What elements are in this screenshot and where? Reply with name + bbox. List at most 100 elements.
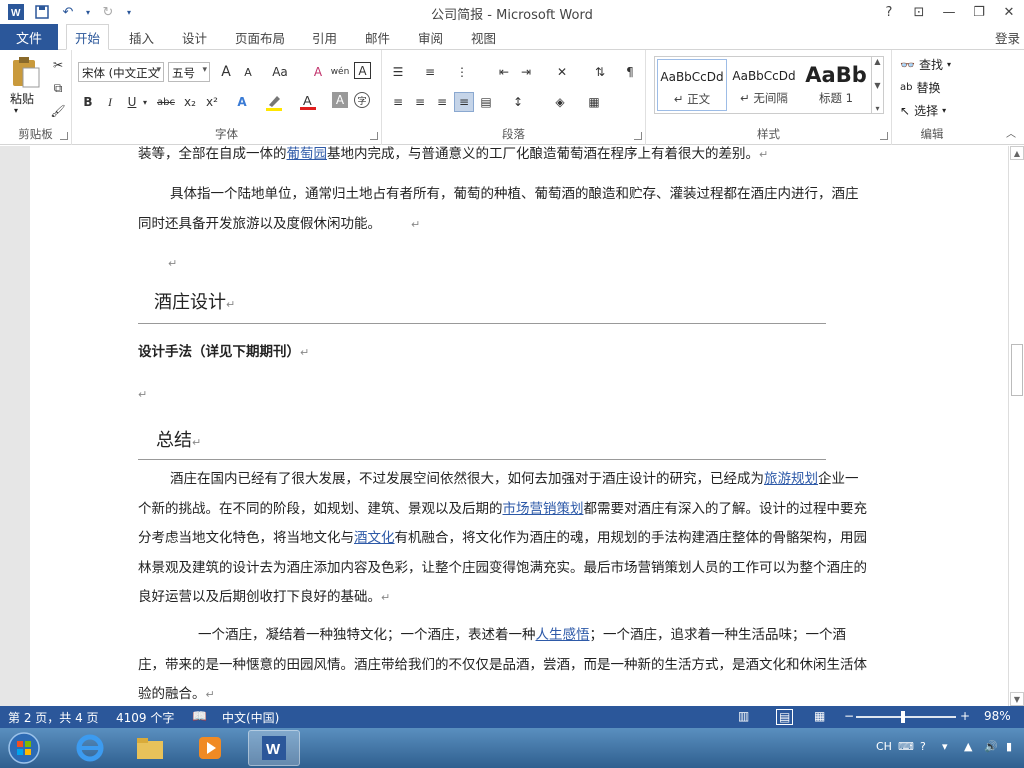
sign-in-link[interactable]: 登录 <box>995 28 1020 47</box>
font-launcher-icon[interactable] <box>370 132 378 140</box>
help-button[interactable]: ? <box>874 0 904 24</box>
chevron-up-icon[interactable]: ▲ <box>874 57 880 66</box>
font-color-icon[interactable]: A <box>298 92 318 112</box>
help-tray-icon[interactable]: ? <box>920 740 926 753</box>
sort-icon[interactable]: ⇅ <box>590 62 610 82</box>
font-name-combo[interactable]: 宋体 (中文正文 ▾ <box>78 62 164 82</box>
find-button[interactable]: 👓 查找 ▾ <box>900 56 951 73</box>
ribbon-display-options-icon[interactable]: ⊡ <box>904 0 934 24</box>
show-hide-marks-icon[interactable]: ¶ <box>620 62 640 82</box>
font-size-combo[interactable]: 五号 ▾ <box>168 62 210 82</box>
tab-home[interactable]: 开始 <box>66 24 110 50</box>
cut-icon[interactable]: ✂ <box>48 55 68 75</box>
tab-page-layout[interactable]: 页面布局 <box>227 24 293 50</box>
format-painter-icon[interactable]: 🖌 <box>48 101 68 121</box>
paste-button[interactable]: 粘贴 <box>10 90 34 107</box>
collapse-ribbon-icon[interactable]: ︿ <box>1006 125 1016 140</box>
zoom-slider-thumb[interactable] <box>901 711 905 723</box>
multilevel-list-icon[interactable]: ⋮ <box>452 62 472 82</box>
superscript-button[interactable]: x² <box>202 92 222 112</box>
volume-icon[interactable]: 🔊 <box>984 740 998 753</box>
internet-explorer-icon[interactable] <box>64 730 116 766</box>
proofing-icon[interactable]: 📖 <box>192 709 207 723</box>
read-mode-icon[interactable]: ▥ <box>738 709 749 723</box>
restore-button[interactable]: ❐ <box>964 0 994 24</box>
phonetic-guide-button[interactable]: wén <box>330 62 350 82</box>
zoom-slider[interactable] <box>856 716 956 718</box>
styles-launcher-icon[interactable] <box>880 132 888 140</box>
tab-review[interactable]: 审阅 <box>410 24 451 50</box>
zoom-out-icon[interactable]: − <box>844 709 854 723</box>
scroll-up-icon[interactable]: ▲ <box>1010 146 1024 160</box>
increase-indent-icon[interactable]: ⇥ <box>516 62 536 82</box>
tab-references[interactable]: 引用 <box>304 24 345 50</box>
style-gallery-scroll[interactable]: ▲ ▼ ▾ <box>872 56 884 114</box>
scroll-thumb[interactable] <box>1011 344 1023 396</box>
tab-mailings[interactable]: 邮件 <box>357 24 398 50</box>
show-hidden-icons-icon[interactable]: ▲ <box>964 740 972 753</box>
change-case-button[interactable]: Aa <box>266 62 294 82</box>
bold-button[interactable]: B <box>78 92 98 112</box>
clear-formatting-button[interactable]: A <box>308 62 328 82</box>
hyperlink-wine-culture[interactable]: 酒文化 <box>354 530 395 546</box>
web-layout-icon[interactable]: ▦ <box>814 709 825 723</box>
align-center-icon[interactable]: ≡ <box>410 92 430 112</box>
tab-insert[interactable]: 插入 <box>121 24 162 50</box>
align-right-icon[interactable]: ≡ <box>432 92 452 112</box>
media-player-icon[interactable] <box>184 730 236 766</box>
borders-icon[interactable]: ▦ <box>584 92 604 112</box>
hyperlink-marketing-planning[interactable]: 市场营销策划 <box>503 501 584 517</box>
paste-dropdown-icon[interactable]: ▾ <box>14 106 18 115</box>
copy-icon[interactable]: ⧉ <box>48 78 68 98</box>
character-border-button[interactable]: A <box>354 62 371 79</box>
enclose-characters-icon[interactable]: 字 <box>354 92 370 108</box>
clipboard-launcher-icon[interactable] <box>60 132 68 140</box>
tray-options-icon[interactable]: ▾ <box>942 740 948 753</box>
word-count[interactable]: 4109 个字 <box>116 709 174 726</box>
underline-button[interactable]: U <box>122 92 142 112</box>
highlight-icon[interactable] <box>264 92 284 112</box>
italic-button[interactable]: I <box>100 92 120 112</box>
tab-file[interactable]: 文件 <box>0 24 58 50</box>
tab-design[interactable]: 设计 <box>174 24 215 50</box>
line-spacing-icon[interactable]: ↕ <box>508 92 528 112</box>
network-icon[interactable]: ▮ <box>1006 740 1012 753</box>
numbering-icon[interactable]: ≡ <box>420 62 440 82</box>
style-heading-1[interactable]: AaBb 标题 1 <box>801 59 871 111</box>
chinese-layout-icon[interactable]: ✕ <box>552 62 572 82</box>
page-count[interactable]: 第 2 页，共 4 页 <box>8 709 99 726</box>
hyperlink-life-insight[interactable]: 人生感悟 <box>536 627 590 643</box>
vertical-scrollbar[interactable]: ▲ ▼ <box>1008 146 1024 706</box>
style-normal[interactable]: AaBbCcDd ↵ 正文 <box>657 59 727 111</box>
more-styles-icon[interactable]: ▾ <box>875 104 879 113</box>
keyboard-icon[interactable]: ⌨ <box>898 740 914 753</box>
style-no-spacing[interactable]: AaBbCcDd ↵ 无间隔 <box>729 59 799 111</box>
scroll-down-icon[interactable]: ▼ <box>1010 692 1024 706</box>
decrease-indent-icon[interactable]: ⇤ <box>494 62 514 82</box>
character-shading-icon[interactable]: A <box>332 92 348 108</box>
zoom-level[interactable]: 98% <box>984 709 1011 723</box>
bullets-icon[interactable]: ☰ <box>388 62 408 82</box>
grow-font-button[interactable]: A <box>216 62 236 82</box>
paragraph-launcher-icon[interactable] <box>634 132 642 140</box>
print-layout-icon[interactable]: ▤ <box>776 709 794 725</box>
distributed-icon[interactable]: ▤ <box>476 92 496 112</box>
align-left-icon[interactable]: ≡ <box>388 92 408 112</box>
justify-icon[interactable]: ≡ <box>454 92 474 112</box>
document-page[interactable]: 装等，全部在自成一体的葡萄园基地内完成，与普通意义的工厂化酿造葡萄酒在程序上有着… <box>30 146 1008 706</box>
shading-icon[interactable]: ◈ <box>550 92 570 112</box>
select-button[interactable]: ↖ 选择 ▾ <box>900 102 946 119</box>
hyperlink-vineyard[interactable]: 葡萄园 <box>287 146 328 162</box>
zoom-in-icon[interactable]: + <box>960 709 970 723</box>
text-effects-icon[interactable]: A <box>232 92 252 112</box>
paste-icon[interactable] <box>10 56 40 88</box>
underline-dropdown-icon[interactable]: ▾ <box>140 92 150 112</box>
replace-button[interactable]: ab 替换 <box>900 79 941 96</box>
strikethrough-button[interactable]: abc <box>154 92 178 112</box>
shrink-font-button[interactable]: A <box>238 62 258 82</box>
tab-view[interactable]: 视图 <box>463 24 504 50</box>
language[interactable]: 中文(中国) <box>222 709 279 726</box>
minimize-button[interactable]: — <box>934 0 964 24</box>
chevron-down-icon[interactable]: ▼ <box>874 81 880 90</box>
word-taskbar-icon[interactable]: W <box>248 730 300 766</box>
